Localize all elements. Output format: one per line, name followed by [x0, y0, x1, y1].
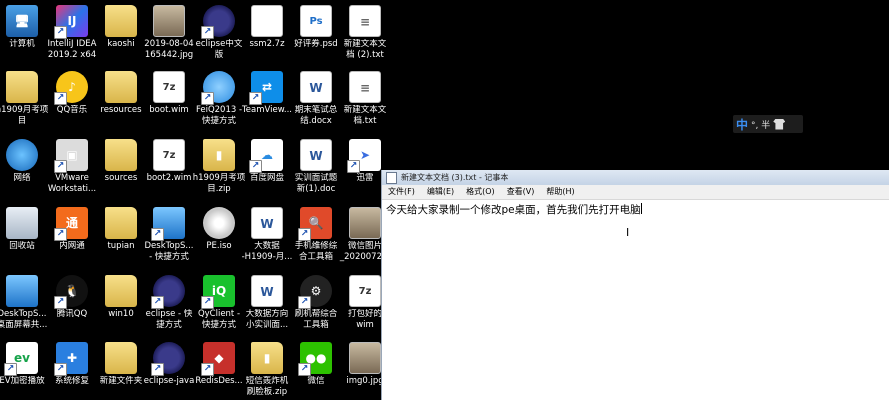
- notepad-title: 新建文本文档 (3).txt - 记事本: [401, 173, 509, 182]
- qq-icon: 🐧: [54, 275, 88, 309]
- desktop-icon[interactable]: ≡ 新建文本文 档 (2).txt: [336, 5, 394, 61]
- menu-edit[interactable]: 编辑(E): [421, 185, 460, 199]
- skin-icon[interactable]: [773, 118, 786, 130]
- eclipse-icon: [201, 5, 235, 39]
- menu-format[interactable]: 格式(O): [460, 185, 501, 199]
- text-file-icon: ≡: [349, 5, 381, 37]
- computer-icon: 🖥: [6, 5, 38, 37]
- desktop-icon-label: 新建文本文 档.txt: [343, 105, 387, 126]
- wechat-icon: ●●: [298, 342, 332, 376]
- word-doc-icon: W: [251, 207, 283, 239]
- xunlei-icon: ➤: [347, 139, 381, 173]
- ime-language[interactable]: 中: [736, 116, 748, 133]
- text-caret: [640, 203, 642, 214]
- eclipse-icon: [151, 342, 185, 376]
- vmware-icon: ▣: [54, 139, 88, 173]
- notepad-icon: [386, 171, 397, 184]
- psd-file-icon: Ps: [300, 5, 332, 37]
- word-doc-icon: W: [251, 275, 283, 307]
- folder-icon: [105, 342, 137, 374]
- neiwangtong-icon: 通: [54, 207, 88, 241]
- recycle-bin-icon: [6, 207, 38, 239]
- folder-icon: [105, 71, 137, 103]
- ibeam-cursor-icon: I: [626, 226, 630, 239]
- desktop-icon[interactable]: ≡ 新建文本文 档.txt: [336, 71, 394, 127]
- iso-file-icon: [203, 207, 235, 239]
- zip-folder-icon: ▮: [203, 139, 235, 171]
- monitor-icon: [151, 207, 185, 241]
- notepad-titlebar[interactable]: 新建文本文档 (3).txt - 记事本: [382, 170, 889, 185]
- menu-file[interactable]: 文件(F): [382, 185, 421, 199]
- folder-icon: [105, 5, 137, 37]
- folder-icon: [105, 275, 137, 307]
- image-file-icon: [349, 207, 381, 239]
- notepad-content: 今天给大家录制一个修改pe桌面，首先我们先打开电脑: [386, 204, 641, 216]
- 7z-file-icon: 7z: [153, 71, 185, 103]
- folder-icon: [6, 71, 38, 103]
- notepad-menubar: 文件(F) 编辑(E) 格式(O) 查看(V) 帮助(H): [382, 185, 889, 200]
- image-file-icon: [153, 5, 185, 37]
- desktop-icon-label: 新建文本文 档 (2).txt: [343, 39, 387, 60]
- zip-folder-icon: ▮: [251, 342, 283, 374]
- blank-file-icon: [251, 5, 283, 37]
- intellij-icon: IJ: [54, 5, 88, 39]
- network-icon: [6, 139, 38, 171]
- menu-help[interactable]: 帮助(H): [540, 185, 580, 199]
- text-file-icon: ≡: [349, 71, 381, 103]
- baidu-netdisk-icon: ☁: [249, 139, 283, 173]
- flash-tool-icon: ⚙: [298, 275, 332, 309]
- iqiyi-icon: iQ: [201, 275, 235, 309]
- ime-symbols[interactable]: °, 半: [751, 118, 770, 131]
- qq-music-icon: ♪: [54, 71, 88, 105]
- 7z-file-icon: 7z: [349, 275, 381, 307]
- redis-icon: ◆: [201, 342, 235, 376]
- folder-icon: [105, 139, 137, 171]
- teamviewer-icon: ⇄: [249, 71, 283, 105]
- menu-view[interactable]: 查看(V): [501, 185, 541, 199]
- 7z-file-icon: 7z: [153, 139, 185, 171]
- folder-icon: [105, 207, 137, 239]
- monitor-icon: [6, 275, 38, 307]
- system-repair-icon: ✚: [54, 342, 88, 376]
- notepad-text-area[interactable]: 今天给大家录制一个修改pe桌面，首先我们先打开电脑 I: [382, 200, 889, 396]
- notepad-window[interactable]: 新建文本文档 (3).txt - 记事本 文件(F) 编辑(E) 格式(O) 查…: [381, 170, 889, 400]
- ime-toolbar[interactable]: 中 °, 半: [733, 115, 803, 133]
- toolbox-icon: 🔍: [298, 207, 332, 241]
- image-file-icon: [349, 342, 381, 374]
- feiq-icon: [201, 71, 235, 105]
- eclipse-icon: [151, 275, 185, 309]
- ev-player-icon: ev: [4, 342, 38, 376]
- word-doc-icon: W: [300, 139, 332, 171]
- word-doc-icon: W: [300, 71, 332, 103]
